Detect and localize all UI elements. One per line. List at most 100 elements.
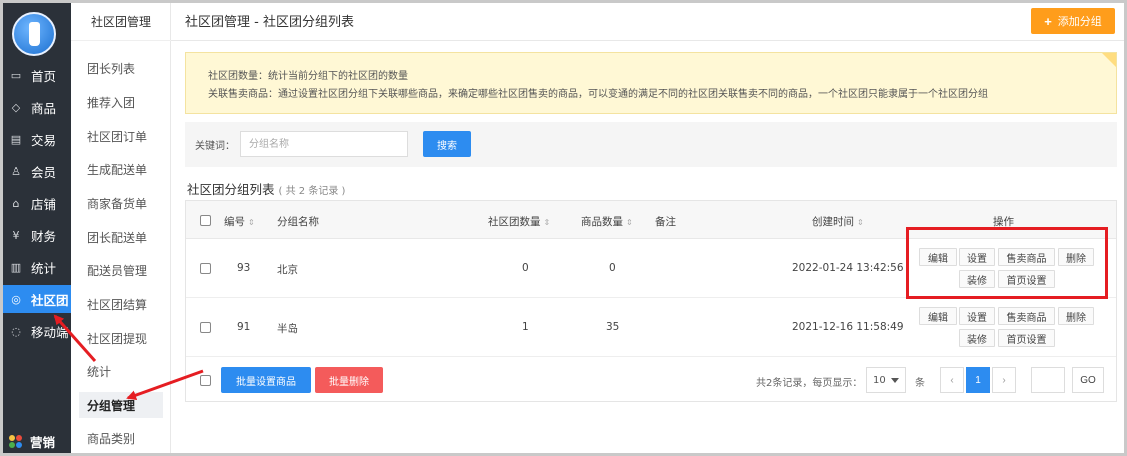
row-checkbox[interactable] bbox=[200, 263, 211, 274]
cell-id: 91 bbox=[237, 321, 251, 333]
next-page-button[interactable]: › bbox=[992, 367, 1016, 393]
home-settings-button[interactable]: 首页设置 bbox=[998, 329, 1055, 347]
cell-created: 2021-12-16 11:58:49 bbox=[792, 321, 904, 333]
corner-fold-icon bbox=[1102, 53, 1116, 67]
nav-item-label: 交易 bbox=[31, 132, 57, 148]
nav-item-finance[interactable]: ¥ 财务 bbox=[3, 221, 71, 249]
subnav-item-category[interactable]: 商品类别 bbox=[79, 425, 163, 451]
store-icon: ⌂ bbox=[12, 196, 20, 210]
monitor-icon: ▭ bbox=[10, 68, 22, 82]
cell-product-count: 35 bbox=[606, 321, 620, 333]
subnav-item-group-manage[interactable]: 分组管理 bbox=[79, 392, 163, 418]
subnav-item-leader-delivery[interactable]: 团长配送单 bbox=[79, 224, 163, 250]
decorate-button[interactable]: 装修 bbox=[959, 329, 995, 347]
search-button[interactable]: 搜索 bbox=[423, 131, 471, 157]
logo bbox=[12, 12, 56, 56]
nav-item-trade[interactable]: ▤ 交易 bbox=[3, 125, 71, 153]
tag-icon: ◇ bbox=[11, 100, 21, 114]
nav-item-home[interactable]: ▭ 首页 bbox=[3, 61, 71, 89]
subnav-item-leader-list[interactable]: 团长列表 bbox=[79, 55, 163, 81]
table-row: 91 半岛 1 35 2021-12-16 11:58:49 编辑 设置 售卖商… bbox=[186, 298, 1116, 357]
sub-nav: 社区团管理 团长列表 推荐入团 社区团订单 生成配送单 商家备货单 团长配送单 … bbox=[71, 3, 171, 453]
list-title-text: 社区团分组列表 bbox=[187, 182, 275, 197]
plus-icon: + bbox=[1044, 13, 1052, 29]
goto-page-input[interactable] bbox=[1031, 367, 1065, 393]
col-id[interactable]: 编号 ⇕ bbox=[224, 214, 255, 229]
col-created[interactable]: 创建时间 ⇕ bbox=[812, 214, 864, 229]
go-button[interactable]: GO bbox=[1072, 367, 1104, 393]
cell-community-count: 0 bbox=[522, 262, 529, 274]
nav-item-label: 社区团 bbox=[31, 292, 69, 308]
pagination-info: 共2条记录，每页显示： bbox=[756, 378, 863, 389]
subnav-item-courier[interactable]: 配送员管理 bbox=[79, 257, 163, 283]
chat-icon: ◌ bbox=[11, 324, 21, 338]
nav-item-community[interactable]: ◎ 社区团 bbox=[3, 285, 71, 313]
subnav-item-orders[interactable]: 社区团订单 bbox=[79, 123, 163, 149]
community-icon: ◎ bbox=[11, 292, 21, 306]
nav-item-label: 移动端 bbox=[31, 324, 69, 340]
subnav-item-withdraw[interactable]: 社区团提现 bbox=[79, 325, 163, 351]
row-checkbox[interactable] bbox=[200, 322, 211, 333]
search-bar: 关键词： 搜索 bbox=[185, 122, 1117, 167]
edit-button[interactable]: 编辑 bbox=[919, 307, 957, 325]
bottle-logo-icon bbox=[29, 22, 40, 46]
cell-product-count: 0 bbox=[609, 262, 616, 274]
cell-name: 半岛 bbox=[277, 323, 298, 335]
sort-icon: ⇕ bbox=[857, 218, 864, 227]
bar-chart-icon: ▥ bbox=[10, 260, 22, 274]
nav-item-marketing[interactable]: 营销 bbox=[3, 427, 71, 453]
nav-item-store[interactable]: ⌂ 店铺 bbox=[3, 189, 71, 217]
search-input[interactable] bbox=[240, 131, 408, 157]
batch-set-products-button[interactable]: 批量设置商品 bbox=[221, 367, 311, 393]
page-button-current[interactable]: 1 bbox=[966, 367, 990, 393]
notice-line-1: 社区团数量：统计当前分组下的社区团的数量 bbox=[208, 71, 408, 82]
nav-item-label: 财务 bbox=[31, 228, 57, 244]
add-group-label: 添加分组 bbox=[1057, 16, 1102, 28]
cell-id: 93 bbox=[237, 262, 251, 274]
sort-icon: ⇕ bbox=[248, 218, 255, 227]
highlight-box bbox=[906, 227, 1108, 299]
col-community-count[interactable]: 社区团数量 ⇕ bbox=[488, 214, 550, 229]
record-count: ( 共 2 条记录 ) bbox=[278, 186, 346, 197]
divider bbox=[171, 40, 1124, 41]
select-all-checkbox[interactable] bbox=[200, 215, 211, 226]
delete-button[interactable]: 删除 bbox=[1058, 307, 1094, 325]
subnav-item-recommend[interactable]: 推荐入团 bbox=[79, 89, 163, 115]
main-nav: ▭ 首页 ◇ 商品 ▤ 交易 ♙ 会员 ⌂ 店铺 ¥ 财务 ▥ 统计 ◎ 社区团 ◌ 移动端 营销 bbox=[3, 3, 71, 453]
subnav-item-settlement[interactable]: 社区团结算 bbox=[79, 291, 163, 317]
nav-item-label: 首页 bbox=[31, 68, 57, 84]
table-footer: 批量设置商品 批量删除 共2条记录，每页显示： 10 条 ‹ 1 › GO bbox=[186, 358, 1116, 402]
batch-delete-button[interactable]: 批量删除 bbox=[315, 367, 383, 393]
settings-button[interactable]: 设置 bbox=[959, 307, 995, 325]
list-title: 社区团分组列表( 共 2 条记录 ) bbox=[187, 179, 345, 198]
col-remark: 备注 bbox=[655, 216, 676, 228]
sale-products-button[interactable]: 售卖商品 bbox=[998, 307, 1055, 325]
cell-created: 2022-01-24 13:42:56 bbox=[792, 262, 904, 274]
cell-community-count: 1 bbox=[522, 321, 529, 333]
page-size-unit: 条 bbox=[915, 378, 925, 389]
sort-icon: ⇕ bbox=[626, 218, 633, 227]
subnav-item-gen-delivery[interactable]: 生成配送单 bbox=[79, 156, 163, 182]
nav-item-label: 会员 bbox=[31, 164, 57, 180]
nav-item-label: 商品 bbox=[31, 100, 57, 116]
yen-icon: ¥ bbox=[12, 228, 20, 242]
subnav-item-merchant-stock[interactable]: 商家备货单 bbox=[79, 190, 163, 216]
nav-item-mobile[interactable]: ◌ 移动端 bbox=[3, 317, 71, 345]
col-product-count[interactable]: 商品数量 ⇕ bbox=[581, 214, 633, 229]
col-name: 分组名称 bbox=[277, 216, 319, 228]
nav-item-stats[interactable]: ▥ 统计 bbox=[3, 253, 71, 281]
prev-page-button[interactable]: ‹ bbox=[940, 367, 964, 393]
nav-item-members[interactable]: ♙ 会员 bbox=[3, 157, 71, 185]
sort-icon: ⇕ bbox=[543, 218, 551, 227]
nav-item-products[interactable]: ◇ 商品 bbox=[3, 93, 71, 121]
page-title: 社区团管理 - 社区团分组列表 bbox=[185, 15, 354, 30]
add-group-button[interactable]: + 添加分组 bbox=[1031, 8, 1115, 34]
notice-box: 社区团数量：统计当前分组下的社区团的数量 关联售卖商品：通过设置社区团分组下关联… bbox=[185, 52, 1117, 114]
select-all-checkbox-footer[interactable] bbox=[200, 375, 211, 386]
nav-item-label: 统计 bbox=[31, 260, 57, 276]
marketing-icon bbox=[9, 434, 22, 448]
subnav-item-stats[interactable]: 统计 bbox=[79, 358, 163, 384]
page-size-select[interactable]: 10 bbox=[866, 367, 906, 393]
subnav-title: 社区团管理 bbox=[71, 3, 171, 41]
nav-item-label: 店铺 bbox=[31, 196, 57, 212]
